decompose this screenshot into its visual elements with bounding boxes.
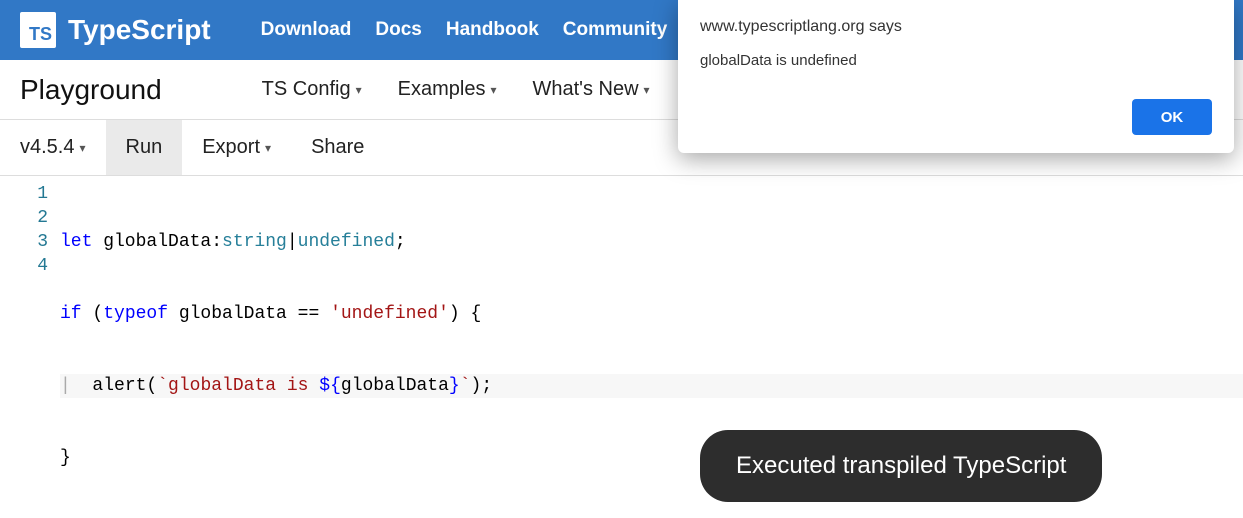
- toast-message: Executed transpiled TypeScript: [700, 430, 1102, 502]
- alert-origin: www.typescriptlang.org says: [700, 18, 1212, 36]
- alert-actions: OK: [700, 99, 1212, 135]
- alert-message: globalData is undefined: [700, 52, 1212, 69]
- menu-examples[interactable]: Examples ▾: [398, 78, 497, 101]
- menu-whats-new[interactable]: What's New ▾: [532, 78, 649, 101]
- ok-button[interactable]: OK: [1132, 99, 1212, 135]
- nav-download[interactable]: Download: [261, 19, 352, 41]
- nav-handbook[interactable]: Handbook: [446, 19, 539, 41]
- menu-whats-new-label: What's New: [532, 78, 638, 101]
- line-number: 3: [0, 230, 48, 254]
- caret-down-icon: ▾: [265, 141, 271, 155]
- caret-down-icon: ▾: [79, 141, 85, 155]
- line-number: 1: [0, 182, 48, 206]
- code-line: if (typeof globalData == 'undefined') {: [60, 302, 1243, 326]
- alert-dialog: www.typescriptlang.org says globalData i…: [678, 0, 1234, 153]
- top-nav-links: Download Docs Handbook Community: [261, 19, 668, 41]
- nav-docs[interactable]: Docs: [375, 19, 421, 41]
- line-number: 2: [0, 206, 48, 230]
- menu-ts-config-label: TS Config: [262, 78, 351, 101]
- version-dropdown[interactable]: v4.5.4 ▾: [0, 120, 106, 175]
- brand-name[interactable]: TypeScript: [68, 14, 211, 46]
- nav-community[interactable]: Community: [563, 19, 668, 41]
- caret-down-icon: ▾: [356, 83, 362, 97]
- caret-down-icon: ▾: [644, 83, 650, 97]
- version-label: v4.5.4: [20, 136, 74, 159]
- line-number: 4: [0, 254, 48, 278]
- line-gutter: 1 2 3 4: [0, 182, 60, 518]
- ts-logo-icon[interactable]: TS: [20, 12, 56, 48]
- page-title: Playground: [20, 74, 162, 106]
- run-button[interactable]: Run: [106, 120, 183, 175]
- code-line: let globalData:string|undefined;: [60, 230, 1243, 254]
- share-button[interactable]: Share: [291, 120, 384, 175]
- code-line: | alert(`globalData is ${globalData}`);: [60, 374, 1243, 398]
- menu-ts-config[interactable]: TS Config ▾: [262, 78, 362, 101]
- export-label: Export: [202, 136, 260, 159]
- playground-menu: TS Config ▾ Examples ▾ What's New ▾: [262, 78, 650, 101]
- export-dropdown[interactable]: Export ▾: [182, 120, 291, 175]
- menu-examples-label: Examples: [398, 78, 486, 101]
- caret-down-icon: ▾: [490, 83, 496, 97]
